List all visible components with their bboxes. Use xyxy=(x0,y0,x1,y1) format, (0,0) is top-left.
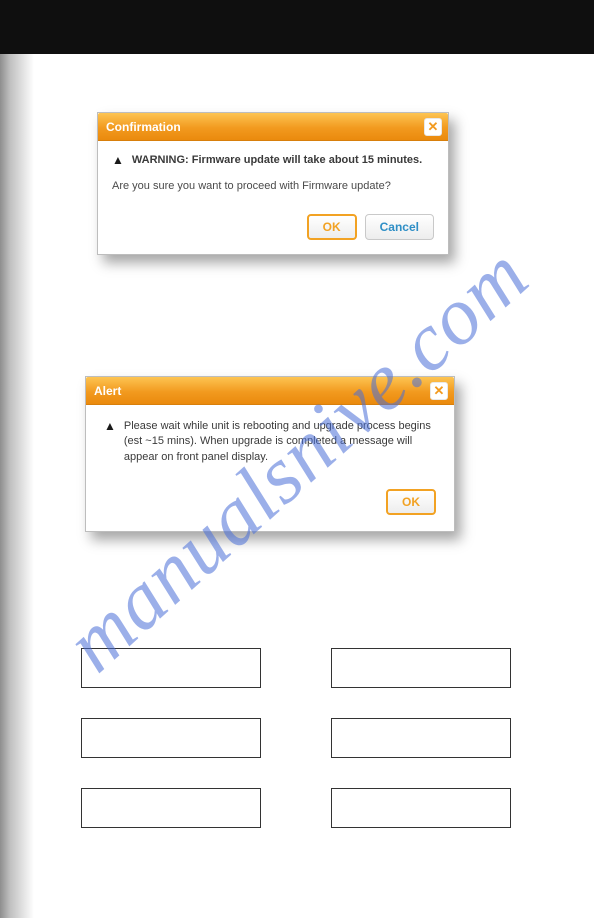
warning-icon: ▲ xyxy=(112,153,124,167)
empty-box xyxy=(81,718,261,758)
page-gutter xyxy=(0,54,34,918)
ok-button[interactable]: OK xyxy=(386,489,436,515)
warning-row: ▲ Please wait while unit is rebooting an… xyxy=(104,419,436,465)
top-bar xyxy=(0,0,594,54)
warning-icon: ▲ xyxy=(104,419,116,433)
alert-text: Please wait while unit is rebooting and … xyxy=(124,419,436,465)
dialog-title: Confirmation xyxy=(106,120,181,134)
dialog-body: ▲ WARNING: Firmware update will take abo… xyxy=(98,141,448,254)
confirm-question: Are you sure you want to proceed with Fi… xyxy=(112,180,434,192)
empty-box xyxy=(81,648,261,688)
ok-button[interactable]: OK xyxy=(307,214,357,240)
button-row: OK xyxy=(104,485,436,519)
box-row xyxy=(81,648,511,688)
empty-boxes-grid xyxy=(81,648,511,858)
warning-text: WARNING: Firmware update will take about… xyxy=(132,153,422,168)
empty-box xyxy=(331,718,511,758)
cancel-button[interactable]: Cancel xyxy=(365,214,434,240)
dialog-titlebar: Alert ✕ xyxy=(86,377,454,405)
button-row: OK Cancel xyxy=(112,210,434,244)
box-row xyxy=(81,718,511,758)
close-icon[interactable]: ✕ xyxy=(424,118,442,136)
empty-box xyxy=(331,788,511,828)
dialog-titlebar: Confirmation ✕ xyxy=(98,113,448,141)
empty-box xyxy=(331,648,511,688)
alert-dialog: Alert ✕ ▲ Please wait while unit is rebo… xyxy=(85,376,455,532)
confirmation-dialog: Confirmation ✕ ▲ WARNING: Firmware updat… xyxy=(97,112,449,255)
warning-row: ▲ WARNING: Firmware update will take abo… xyxy=(112,153,434,168)
empty-box xyxy=(81,788,261,828)
dialog-title: Alert xyxy=(94,384,121,398)
box-row xyxy=(81,788,511,828)
close-icon[interactable]: ✕ xyxy=(430,382,448,400)
dialog-body: ▲ Please wait while unit is rebooting an… xyxy=(86,405,454,531)
